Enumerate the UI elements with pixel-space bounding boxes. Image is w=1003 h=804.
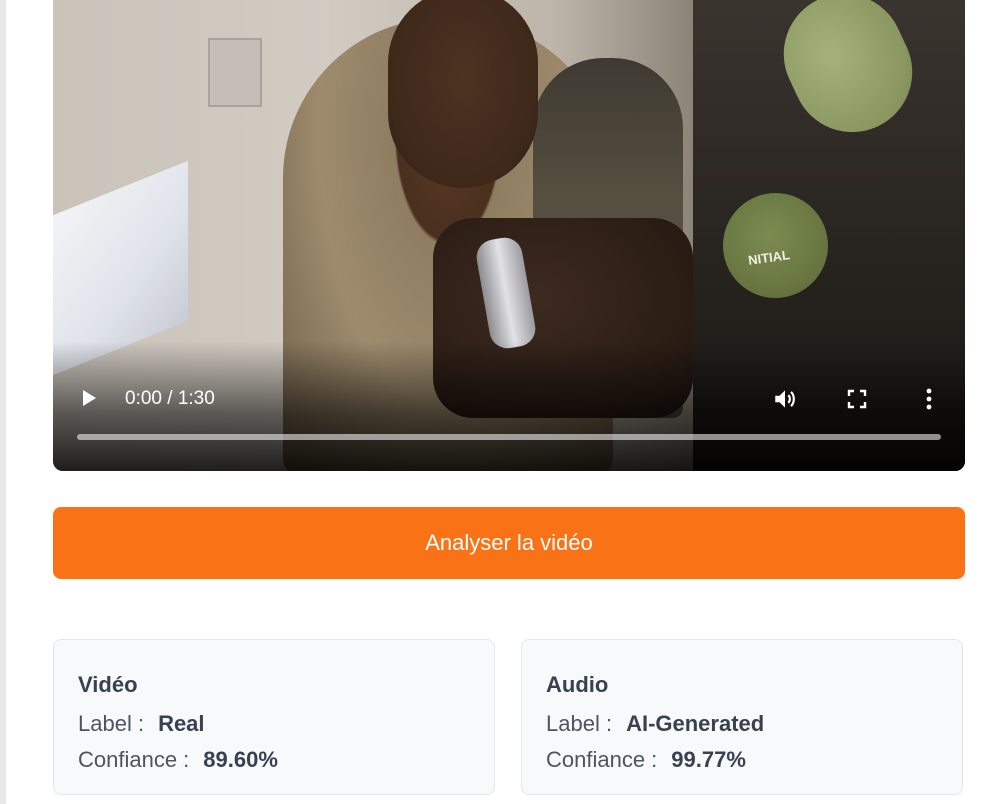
confidence-key: Confiance : bbox=[78, 747, 190, 772]
volume-button[interactable] bbox=[772, 386, 798, 412]
play-button[interactable] bbox=[79, 388, 99, 408]
label-row: Label : AI-Generated bbox=[546, 706, 938, 742]
fullscreen-icon bbox=[847, 389, 867, 409]
speaker-head bbox=[388, 0, 538, 188]
page-left-border bbox=[0, 0, 6, 804]
analyze-video-button[interactable]: Analyser la vidéo bbox=[53, 507, 965, 579]
label-value: Real bbox=[158, 711, 205, 736]
video-result-card: Vidéo Label : Real Confiance : 89.60% bbox=[53, 639, 495, 795]
more-vertical-icon bbox=[926, 388, 932, 410]
video-player[interactable]: NITIAL 0:00 / 1:30 bbox=[53, 0, 965, 471]
microphone-logo bbox=[723, 193, 828, 298]
progress-bar[interactable] bbox=[77, 434, 941, 440]
play-icon bbox=[83, 390, 96, 406]
card-title: Vidéo bbox=[78, 672, 138, 697]
label-row: Label : Real bbox=[78, 706, 470, 742]
label-key: Label : bbox=[78, 711, 145, 736]
confidence-value: 89.60% bbox=[203, 747, 278, 772]
more-options-button[interactable] bbox=[919, 386, 939, 412]
confidence-value: 99.77% bbox=[671, 747, 746, 772]
confidence-key: Confiance : bbox=[546, 747, 658, 772]
audio-result-card: Audio Label : AI-Generated Confiance : 99.… bbox=[521, 639, 963, 795]
confidence-row: Confiance : 89.60% bbox=[78, 742, 470, 778]
card-title: Audio bbox=[546, 672, 609, 697]
label-key: Label : bbox=[546, 711, 613, 736]
confidence-row: Confiance : 99.77% bbox=[546, 742, 938, 778]
fullscreen-button[interactable] bbox=[846, 388, 868, 410]
volume-icon bbox=[775, 390, 795, 408]
time-display: 0:00 / 1:30 bbox=[125, 388, 215, 409]
wall-box bbox=[208, 38, 262, 107]
label-value: AI-Generated bbox=[626, 711, 765, 736]
